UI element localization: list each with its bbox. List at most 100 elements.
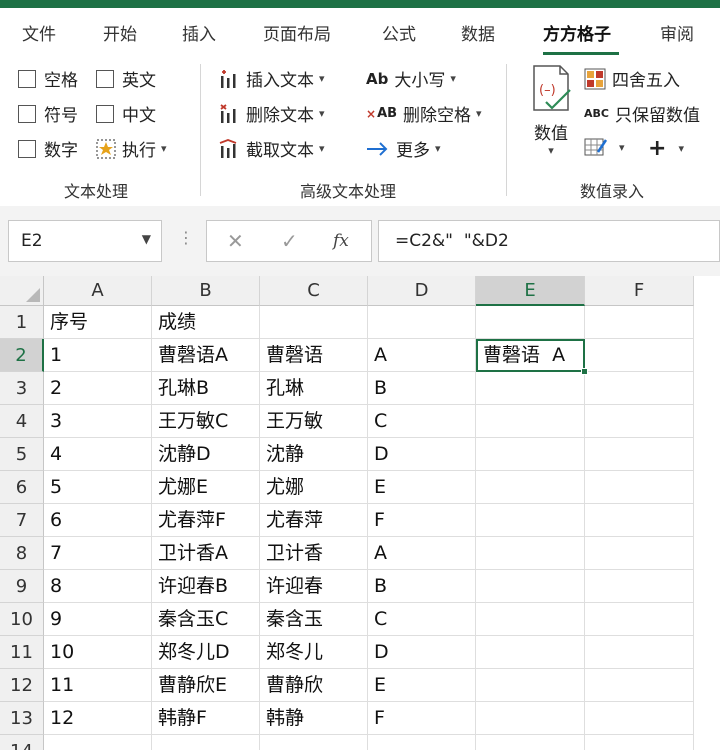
cell-f10[interactable] [585,603,694,636]
row-header-3[interactable]: 3 [0,372,44,405]
cell-a9[interactable]: 8 [44,570,152,603]
cell-e1[interactable] [476,306,585,339]
column-header-e[interactable]: E [476,276,585,306]
edit-table-button[interactable]: ▾ [584,136,625,158]
round-button[interactable]: 四舍五入 [584,66,680,91]
cell-d9[interactable]: B [368,570,476,603]
cell-d1[interactable] [368,306,476,339]
cell-b3[interactable]: 孔琳B [152,372,260,405]
cell-b4[interactable]: 王万敏C [152,405,260,438]
tab-file[interactable]: 文件 [22,20,56,45]
row-header-12[interactable]: 12 [0,669,44,702]
cell-b6[interactable]: 尤娜E [152,471,260,504]
cell-c3[interactable]: 孔琳 [260,372,368,405]
cell-d11[interactable]: D [368,636,476,669]
extract-text-button[interactable]: 截取文本 ▾ [218,136,325,161]
cell-b8[interactable]: 卫计香A [152,537,260,570]
cell-c6[interactable]: 尤娜 [260,471,368,504]
cell-c14[interactable] [260,735,368,750]
cell-c7[interactable]: 尤春萍 [260,504,368,537]
cell-a10[interactable]: 9 [44,603,152,636]
cell-e9[interactable] [476,570,585,603]
cell-e8[interactable] [476,537,585,570]
cell-e3[interactable] [476,372,585,405]
cell-f3[interactable] [585,372,694,405]
cell-c2[interactable]: 曹磬语 [260,339,368,372]
cell-a5[interactable]: 4 [44,438,152,471]
cell-b14[interactable] [152,735,260,750]
cell-a2[interactable]: 1 [44,339,152,372]
add-button[interactable]: + ▾ [648,136,684,161]
cell-f5[interactable] [585,438,694,471]
row-header-11[interactable]: 11 [0,636,44,669]
fill-handle[interactable] [581,368,588,375]
cell-e2[interactable]: 曹磬语 A [476,339,585,372]
chevron-down-icon[interactable]: ▼ [142,232,151,246]
cell-c10[interactable]: 秦含玉 [260,603,368,636]
cell-c5[interactable]: 沈静 [260,438,368,471]
cell-b10[interactable]: 秦含玉C [152,603,260,636]
cell-d13[interactable]: F [368,702,476,735]
cell-a14[interactable] [44,735,152,750]
cell-e4[interactable] [476,405,585,438]
cell-f12[interactable] [585,669,694,702]
checkbox-space[interactable]: 空格 [18,66,78,91]
cell-f14[interactable] [585,735,694,750]
cell-f6[interactable] [585,471,694,504]
tab-fangfang-gezi[interactable]: 方方格子 [543,20,611,45]
cell-f13[interactable] [585,702,694,735]
tab-insert[interactable]: 插入 [182,20,216,45]
row-header-4[interactable]: 4 [0,405,44,438]
cell-f1[interactable] [585,306,694,339]
column-header-a[interactable]: A [44,276,152,306]
cell-b9[interactable]: 许迎春B [152,570,260,603]
cell-d3[interactable]: B [368,372,476,405]
cell-b12[interactable]: 曹静欣E [152,669,260,702]
cell-e11[interactable] [476,636,585,669]
column-header-c[interactable]: C [260,276,368,306]
cell-f2[interactable] [585,339,694,372]
row-header-5[interactable]: 5 [0,438,44,471]
cell-f8[interactable] [585,537,694,570]
delete-text-button[interactable]: 删除文本 ▾ [218,101,325,126]
cell-d12[interactable]: E [368,669,476,702]
cell-d2[interactable]: A [368,339,476,372]
tab-data[interactable]: 数据 [461,20,495,45]
cell-a4[interactable]: 3 [44,405,152,438]
more-button[interactable]: 更多 ▾ [366,136,441,161]
cell-a12[interactable]: 11 [44,669,152,702]
column-header-d[interactable]: D [368,276,476,306]
row-header-7[interactable]: 7 [0,504,44,537]
column-header-f[interactable]: F [585,276,694,306]
keep-values-button[interactable]: ABC 只保留数值 [584,101,700,126]
tab-review[interactable]: 审阅 [660,20,694,45]
row-header-2[interactable]: 2 [0,339,44,372]
cell-c13[interactable]: 韩静 [260,702,368,735]
tab-formulas[interactable]: 公式 [382,20,416,45]
cell-b7[interactable]: 尤春萍F [152,504,260,537]
cell-d6[interactable]: E [368,471,476,504]
execute-button[interactable]: 执行 ▾ [96,136,167,161]
cell-d10[interactable]: C [368,603,476,636]
confirm-icon[interactable]: ✓ [281,229,298,253]
cell-a1[interactable]: 序号 [44,306,152,339]
cell-c9[interactable]: 许迎春 [260,570,368,603]
insert-text-button[interactable]: 插入文本 ▾ [218,66,325,91]
formula-input[interactable]: =C2&" "&D2 [378,220,720,262]
cell-c4[interactable]: 王万敏 [260,405,368,438]
cell-e6[interactable] [476,471,585,504]
column-header-b[interactable]: B [152,276,260,306]
value-button[interactable]: (–) 数值 ▾ [528,64,574,157]
cell-a11[interactable]: 10 [44,636,152,669]
checkbox-english[interactable]: 英文 [96,66,156,91]
cell-d14[interactable] [368,735,476,750]
cell-e7[interactable] [476,504,585,537]
cell-b5[interactable]: 沈静D [152,438,260,471]
cell-e13[interactable] [476,702,585,735]
insert-function-icon[interactable]: fx [333,231,349,251]
cell-e5[interactable] [476,438,585,471]
select-all-corner[interactable] [0,276,44,306]
row-header-6[interactable]: 6 [0,471,44,504]
checkbox-number[interactable]: 数字 [18,136,78,161]
row-header-9[interactable]: 9 [0,570,44,603]
